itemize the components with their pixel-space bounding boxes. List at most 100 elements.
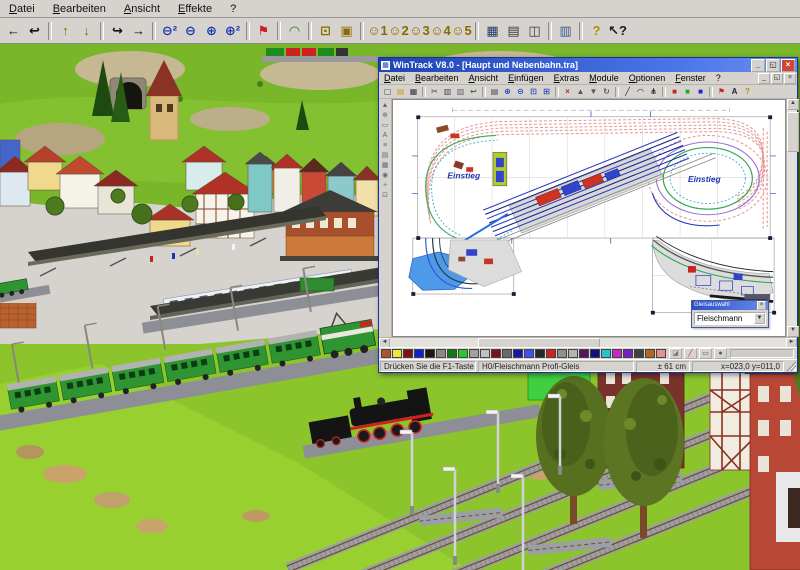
resize-grip[interactable] <box>786 361 796 371</box>
zoom-in-icon[interactable]: ⊕ <box>501 86 514 98</box>
print-icon[interactable]: ▤ <box>503 20 524 41</box>
eraser-tool-icon[interactable]: ▭ <box>699 348 712 359</box>
rotate-icon[interactable]: ↻ <box>600 86 613 98</box>
ballast-tool-icon[interactable]: ◪ <box>669 348 682 359</box>
camera-icon[interactable]: ▣ <box>336 20 357 41</box>
text-icon[interactable]: A <box>728 86 741 98</box>
menu-item[interactable]: Ansicht <box>115 2 169 16</box>
color-swatch[interactable] <box>612 349 622 358</box>
track-panel-titlebar[interactable]: Gleisauswahl × <box>692 301 768 310</box>
color-swatch[interactable] <box>414 349 424 358</box>
color-swatch[interactable] <box>656 349 666 358</box>
print-icon[interactable]: ▤ <box>488 86 501 98</box>
save-icon[interactable]: ▦ <box>407 86 420 98</box>
color-swatch[interactable] <box>524 349 534 358</box>
vertical-scrollbar[interactable]: ▲ ▼ <box>786 99 797 337</box>
color-swatch[interactable] <box>590 349 600 358</box>
menu-item[interactable]: ? <box>711 73 726 83</box>
view-back-icon[interactable]: ← <box>3 20 24 41</box>
color-swatch[interactable] <box>557 349 567 358</box>
menu-item[interactable]: Module <box>584 73 624 83</box>
color-swatch[interactable] <box>535 349 545 358</box>
menu-item[interactable]: Bearbeiten <box>410 73 464 83</box>
child-close-button[interactable]: × <box>784 73 796 84</box>
raise-level-icon[interactable]: ▲ <box>574 86 587 98</box>
viewpoint-3-icon[interactable]: ☺3 <box>409 20 430 41</box>
color-swatch[interactable] <box>458 349 468 358</box>
color-swatch[interactable] <box>491 349 501 358</box>
track-system-select[interactable]: Fleischmann ▼ <box>694 312 766 325</box>
zoom-all-icon[interactable]: ⊞ <box>540 86 553 98</box>
copy-icon[interactable]: ▥ <box>555 20 576 41</box>
horizontal-scrollbar[interactable]: ◄ ► <box>379 337 797 347</box>
viewpoint-5-icon[interactable]: ☺5 <box>451 20 472 41</box>
tunnel-icon[interactable]: ◠ <box>284 20 305 41</box>
cut-icon[interactable]: ✂ <box>428 86 441 98</box>
color-swatch[interactable] <box>502 349 512 358</box>
point-icon[interactable]: ◉ <box>380 171 390 181</box>
fill-tool-icon[interactable]: ● <box>714 348 727 359</box>
menu-item[interactable]: Einfügen <box>503 73 549 83</box>
scroll-down-icon[interactable]: ▼ <box>787 326 799 337</box>
color-blue-icon[interactable]: ■ <box>694 86 707 98</box>
zoom-out-2x-icon[interactable]: ⊖² <box>159 20 180 41</box>
text-a-icon[interactable]: A <box>380 131 390 141</box>
zoom-tool-icon[interactable]: ⊕ <box>380 111 390 121</box>
color-swatch[interactable] <box>447 349 457 358</box>
viewpoint-2-icon[interactable]: ☺2 <box>388 20 409 41</box>
zoom-out-icon[interactable]: ⊖ <box>180 20 201 41</box>
viewpoint-4-icon[interactable]: ☺4 <box>430 20 451 41</box>
color-red-icon[interactable]: ■ <box>668 86 681 98</box>
scroll-up-icon[interactable]: ▲ <box>787 99 799 110</box>
new-file-icon[interactable]: ▢ <box>381 86 394 98</box>
add-icon[interactable]: + <box>380 181 390 191</box>
signal-icon[interactable]: ⚑ <box>253 20 274 41</box>
color-swatch[interactable] <box>469 349 479 358</box>
track-curve-icon[interactable]: ◠ <box>634 86 647 98</box>
zoom-in-icon[interactable]: ⊕ <box>201 20 222 41</box>
paste-icon[interactable]: ▧ <box>454 86 467 98</box>
menu-item[interactable]: Fenster <box>670 73 711 83</box>
track-switch-icon[interactable]: ⋔ <box>647 86 660 98</box>
zoom-out-icon[interactable]: ⊖ <box>514 86 527 98</box>
help-icon[interactable]: ? <box>586 20 607 41</box>
select-icon[interactable]: ▲ <box>380 101 390 111</box>
color-swatch[interactable] <box>645 349 655 358</box>
zoom-section-icon[interactable]: ⊡ <box>527 86 540 98</box>
color-swatch[interactable] <box>623 349 633 358</box>
undo-icon[interactable]: ↩ <box>467 86 480 98</box>
signal-icon[interactable]: ⚑ <box>715 86 728 98</box>
close-button[interactable]: × <box>781 59 795 72</box>
color-swatch[interactable] <box>568 349 578 358</box>
ruler-icon[interactable]: ▭ <box>380 121 390 131</box>
section-icon[interactable]: ⊡ <box>380 191 390 201</box>
color-swatch[interactable] <box>436 349 446 358</box>
child-restore-button[interactable]: ◱ <box>771 73 783 84</box>
save-icon[interactable]: ▦ <box>482 20 503 41</box>
menu-item[interactable]: Ansicht <box>464 73 504 83</box>
help-icon[interactable]: ? <box>741 86 754 98</box>
delete-icon[interactable]: × <box>561 86 574 98</box>
menu-item[interactable]: Bearbeiten <box>44 2 115 16</box>
grid-icon[interactable]: ▦ <box>380 161 390 171</box>
center-view-icon[interactable]: ⊡ <box>315 20 336 41</box>
viewpoint-1-icon[interactable]: ☺1 <box>367 20 388 41</box>
view-forward-icon[interactable]: → <box>128 20 149 41</box>
overlay-titlebar[interactable]: ▦ WinTrack V8.0 - [Haupt und Nebenbahn.t… <box>379 58 797 72</box>
copy-icon[interactable]: ▥ <box>441 86 454 98</box>
chevron-down-icon[interactable]: ▼ <box>754 313 765 324</box>
viewpoint-down-icon[interactable]: ↓ <box>76 20 97 41</box>
layers-icon[interactable]: ≡ <box>380 141 390 151</box>
color-swatch[interactable] <box>392 349 402 358</box>
color-swatch[interactable] <box>403 349 413 358</box>
scroll-thumb[interactable] <box>787 112 799 152</box>
menu-item[interactable]: Effekte <box>169 2 221 16</box>
board-icon[interactable]: ▤ <box>380 151 390 161</box>
minimize-button[interactable]: _ <box>751 59 765 72</box>
open-folder-icon[interactable]: ▤ <box>394 86 407 98</box>
restore-button[interactable]: ◱ <box>766 59 780 72</box>
view-turn-left-icon[interactable]: ↩ <box>24 20 45 41</box>
print-preview-icon[interactable]: ◫ <box>524 20 545 41</box>
menu-item[interactable]: Optionen <box>624 73 671 83</box>
menu-item[interactable]: Datei <box>0 2 44 16</box>
